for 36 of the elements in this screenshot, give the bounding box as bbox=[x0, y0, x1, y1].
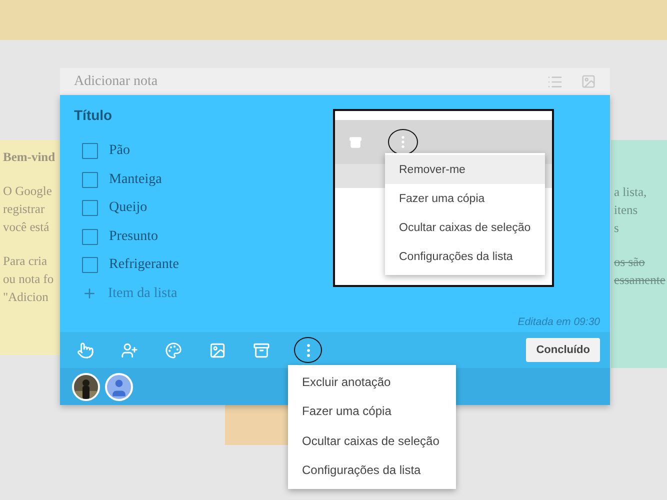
checkbox[interactable] bbox=[82, 228, 98, 245]
checkbox[interactable] bbox=[82, 200, 98, 216]
plus-icon bbox=[82, 286, 97, 302]
note-text: essamente bbox=[614, 272, 664, 289]
menu-item[interactable]: Configurações da lista bbox=[288, 456, 456, 485]
checkbox[interactable] bbox=[82, 172, 98, 188]
note-text: Para cria bbox=[3, 253, 48, 270]
note-text: s bbox=[614, 220, 620, 237]
done-button[interactable]: Concluído bbox=[526, 338, 600, 362]
note-text: a lista, bbox=[614, 184, 648, 201]
add-note-placeholder: Adicionar nota bbox=[74, 74, 159, 90]
note-text: os são bbox=[614, 254, 646, 271]
more-icon[interactable] bbox=[294, 337, 322, 363]
note-text: itens bbox=[614, 202, 639, 219]
list-item: Queijo bbox=[109, 200, 148, 216]
note-text: "Adicion bbox=[3, 289, 50, 306]
list-item: Manteiga bbox=[109, 172, 162, 188]
user-avatar bbox=[105, 372, 133, 400]
list-item: Presunto bbox=[109, 228, 158, 245]
note-title: Título bbox=[74, 107, 114, 123]
list-view-icon[interactable] bbox=[547, 74, 563, 90]
note-text: O Google bbox=[3, 183, 53, 200]
archive-icon bbox=[349, 136, 362, 148]
note-text: ou nota fo bbox=[3, 271, 55, 288]
checkbox[interactable] bbox=[82, 257, 98, 274]
note-text: você está bbox=[3, 219, 50, 236]
note-text: registrar bbox=[3, 201, 46, 218]
image-icon[interactable] bbox=[581, 74, 596, 89]
menu-item[interactable]: Excluir anotação bbox=[288, 367, 456, 396]
list-item: Refrigerante bbox=[109, 257, 179, 274]
menu-item[interactable]: Fazer uma cópia bbox=[288, 396, 456, 426]
menu-item[interactable]: Ocultar caixas de seleção bbox=[288, 426, 456, 456]
checkbox[interactable] bbox=[82, 143, 98, 160]
edited-time: Editada em 09:30 bbox=[518, 316, 600, 328]
note-title: Bem-vind bbox=[3, 149, 56, 166]
list-item: Pão bbox=[109, 143, 130, 160]
